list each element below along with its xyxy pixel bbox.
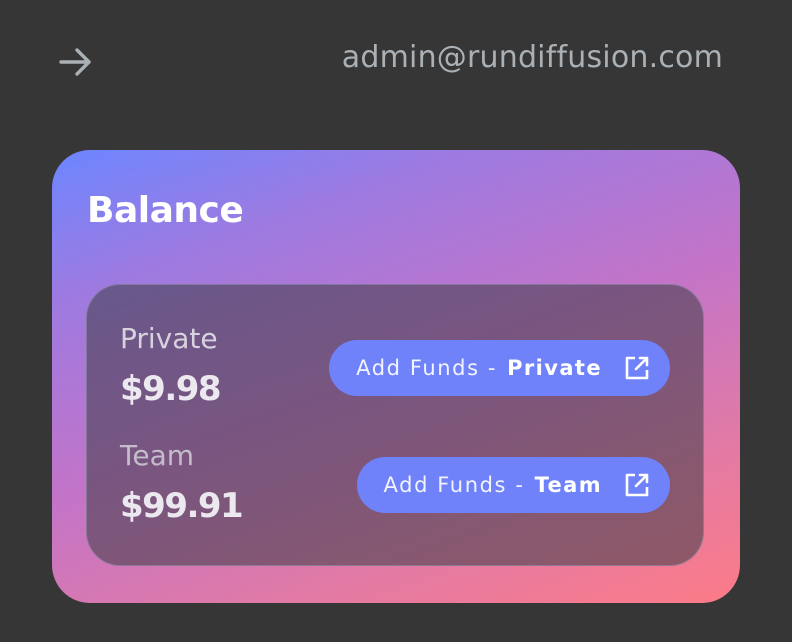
account-email: admin@rundiffusion.com <box>341 40 723 75</box>
balance-card: Balance Private $9.98 Add Funds - Privat… <box>52 150 740 603</box>
private-balance-amount: $9.98 <box>120 369 222 409</box>
page: admin@rundiffusion.com Balance Private $… <box>0 0 792 642</box>
add-funds-team-label: Team <box>534 473 602 497</box>
add-funds-private-label: Private <box>507 356 602 380</box>
external-link-icon <box>624 355 650 381</box>
private-balance-label: Private <box>120 322 218 355</box>
team-balance-label: Team <box>120 439 195 472</box>
arrow-right-icon[interactable] <box>58 44 94 80</box>
balance-title: Balance <box>87 190 244 231</box>
add-funds-private-button[interactable]: Add Funds - Private <box>329 340 670 396</box>
balance-panel: Private $9.98 Add Funds - Private Team $… <box>86 284 704 566</box>
add-funds-private-prefix: Add Funds - <box>356 356 498 380</box>
team-balance-amount: $99.91 <box>120 486 244 526</box>
add-funds-team-prefix: Add Funds - <box>383 473 525 497</box>
external-link-icon <box>624 472 650 498</box>
add-funds-team-button[interactable]: Add Funds - Team <box>356 457 670 513</box>
